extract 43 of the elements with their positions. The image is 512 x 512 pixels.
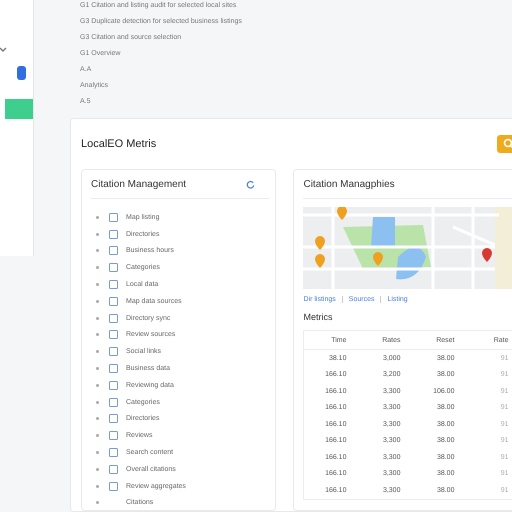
map-drawing[interactable] [303,207,512,289]
chevron-icon[interactable] [0,47,7,52]
checkbox[interactable] [109,464,118,474]
bullet-icon [96,283,99,286]
search-icon [503,138,512,150]
bullet-icon [96,316,99,320]
checkbox[interactable] [109,296,118,306]
checkbox[interactable] [109,482,118,491]
panel-title: Citation Managphies [303,178,395,190]
checkbox[interactable] [109,314,118,323]
checkbox[interactable] [109,330,118,340]
bullet-icon [96,417,99,420]
checkbox[interactable] [109,280,118,290]
bullet-icon [96,484,99,488]
bullet-icon [96,249,99,252]
bullet-icon [96,216,99,219]
bullet-icon [96,300,99,303]
bullet-icon [96,434,99,438]
checkbox[interactable] [109,364,118,374]
bullet-icon [96,400,99,404]
dashboard-title: LocalEO Metris [81,138,156,150]
bullet-icon [96,501,99,504]
bullet-icon [96,232,99,236]
checkbox[interactable] [109,398,118,407]
bullet-icon [96,451,99,454]
checkbox[interactable] [109,230,118,239]
refresh-icon[interactable] [246,180,256,188]
checkbox[interactable] [109,380,118,390]
checkbox[interactable] [109,431,118,440]
bullet-icon [96,350,99,354]
checkbox[interactable] [109,347,118,356]
checkbox[interactable] [109,246,118,256]
bullet-icon [96,333,99,336]
panel-title: Citation Management [91,178,186,190]
bullet-icon [96,384,99,387]
bullet-icon [96,367,99,370]
checkbox[interactable] [109,212,118,222]
bullet-icon [96,468,99,471]
checkbox[interactable] [109,414,118,424]
metrics-title: Metrics [303,312,334,322]
checkbox[interactable] [109,448,118,458]
bullet-icon [96,266,99,270]
checkbox[interactable] [109,263,118,272]
